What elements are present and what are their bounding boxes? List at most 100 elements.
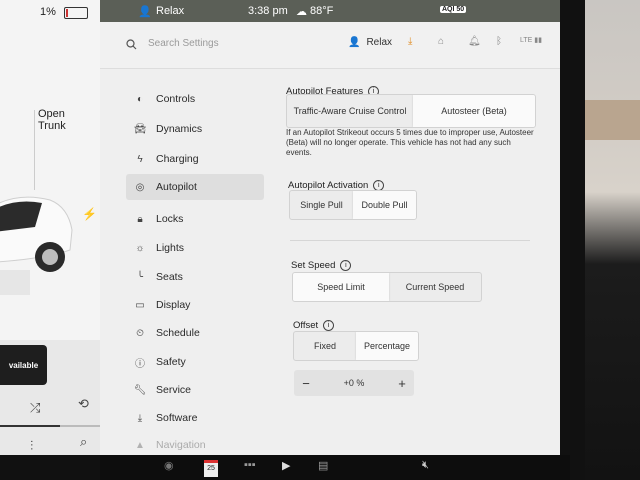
autosteer-option[interactable]: Autosteer (Beta) (413, 95, 535, 127)
sidebar-item-label: Controls (156, 93, 196, 105)
settings-header: 👤 Relax ⤓ ⌂ 🔔︎ ᛒ LTE ▮▮ (100, 22, 560, 69)
shuffle-icon[interactable]: ⤮ (30, 400, 40, 416)
double-pull-option[interactable]: Double Pull (353, 191, 416, 219)
repeat-icon[interactable]: ⟲ (78, 396, 89, 412)
playback-progress[interactable] (0, 425, 60, 427)
settings-panel: 👤 Relax ⤓ ⌂ 🔔︎ ᛒ LTE ▮▮ ◐ Controls 🚘︎ Dyna… (100, 22, 560, 455)
wrench-icon: 🔧︎ (133, 384, 147, 396)
offset-increase-button[interactable]: + (390, 376, 414, 391)
navigation-icon: ▲ (135, 439, 145, 451)
media-search-icon[interactable]: ⌕ (80, 434, 87, 450)
wood-trim (585, 100, 640, 140)
sidebar-item-schedule[interactable]: ⏲ Schedule (126, 320, 264, 346)
sidebar-item-label: Display (156, 299, 191, 311)
taskbar: ◉ 25 ▪▪▪ ▶ ▤ 🔇︎ (100, 455, 570, 480)
equalizer-icon[interactable]: ⫶ (30, 438, 33, 454)
profile-name: Relax (366, 37, 393, 48)
lte-signal-icon: LTE ▮▮ (520, 37, 542, 44)
driver-name[interactable]: Relax (156, 5, 184, 17)
offset-heading: Offset i (293, 320, 335, 331)
bolt-icon: ϟ (137, 153, 143, 165)
home-icon[interactable]: ⌂ (438, 36, 444, 47)
sidebar-item-label: Navigation (156, 439, 206, 451)
offset-stepper: − +0 % + (294, 370, 414, 396)
dashcam-icon[interactable]: ▪▪▪ (244, 459, 256, 471)
sun-icon: ☼ (135, 242, 145, 254)
sidebar-item-label: Charging (156, 153, 199, 165)
speed-limit-option[interactable]: Speed Limit (293, 273, 389, 301)
search-input[interactable] (146, 37, 300, 50)
search-icon (126, 39, 137, 50)
interior-background (585, 0, 640, 480)
sidebar-item-label: Software (156, 412, 198, 424)
car-image (0, 196, 73, 295)
current-speed-option[interactable]: Current Speed (389, 273, 481, 301)
sidebar-item-label: Safety (156, 356, 186, 368)
steering-wheel-icon: ◎ (135, 181, 145, 193)
weather-icon: ☁ (296, 6, 307, 18)
sidebar-item-label: Seats (156, 271, 183, 283)
sidebar-item-software[interactable]: ⤓ Software (126, 405, 264, 431)
traffic-aware-cruise-option[interactable]: Traffic-Aware Cruise Control (287, 95, 413, 127)
sidebar-item-autopilot[interactable]: ◎ Autopilot (126, 174, 264, 200)
app-launcher-icon[interactable]: ◉ (164, 459, 174, 472)
sidebar-item-dynamics[interactable]: 🚘︎ Dynamics (126, 116, 264, 142)
sidebar-item-label: Service (156, 384, 192, 396)
info-icon[interactable]: i (340, 260, 352, 271)
availability-banner: vailable (0, 345, 47, 385)
set-speed-selector: Speed Limit Current Speed (292, 272, 482, 302)
info-icon[interactable]: i (323, 320, 335, 331)
offset-selector: Fixed Percentage (293, 331, 419, 361)
bluetooth-icon[interactable]: ᛒ (496, 36, 502, 47)
calendar-icon[interactable]: 25 (204, 460, 218, 477)
person-icon: 👤 (348, 37, 361, 48)
trunk-divider (34, 110, 35, 190)
car-panel: 1% Open Trunk ⚡ vailable ⤮ ⟲ ⫶ ⌕ (0, 0, 100, 455)
toybox-icon[interactable]: ▤ (318, 459, 328, 472)
sidebar-item-label: Lights (156, 242, 185, 254)
sidebar-item-navigation[interactable]: ▲ Navigation (126, 432, 264, 455)
offset-decrease-button[interactable]: − (294, 376, 318, 391)
section-divider (290, 240, 530, 241)
percentage-option[interactable]: Percentage (356, 332, 418, 360)
open-trunk-button[interactable]: Open Trunk (38, 108, 66, 132)
clock: 3:38 pm (248, 5, 288, 17)
sidebar-item-controls[interactable]: ◐ Controls (126, 86, 264, 112)
aqi-badge: AQI 50 (440, 6, 467, 13)
toggle-icon: ◐ (136, 93, 144, 105)
display-icon: ▭ (135, 299, 145, 311)
temperature: 88°F (310, 5, 334, 17)
sidebar-item-label: Dynamics (156, 123, 203, 135)
set-speed-heading: Set Speed i (291, 260, 352, 271)
sidebar-item-label: Autopilot (156, 181, 197, 193)
sidebar-item-safety[interactable]: ⓘ Safety (126, 349, 264, 375)
touchscreen: 1% Open Trunk ⚡ vailable ⤮ ⟲ ⫶ ⌕ 👤 Relax… (0, 0, 560, 455)
battery-icon (64, 7, 88, 19)
fixed-option[interactable]: Fixed (294, 332, 356, 360)
download-icon[interactable]: ⤓ (408, 36, 412, 47)
single-pull-option[interactable]: Single Pull (290, 191, 353, 219)
download-icon: ⤓ (137, 412, 143, 424)
bell-icon[interactable]: 🔔︎ (468, 36, 481, 47)
strikeout-note: If an Autopilot Strikeout occurs 5 times… (286, 128, 534, 157)
offset-value: +0 % (343, 378, 365, 388)
autopilot-features-selector: Traffic-Aware Cruise Control Autosteer (… (286, 94, 536, 128)
car-icon: 🚘︎ (133, 123, 147, 135)
sidebar-item-lights[interactable]: ☼ Lights (126, 235, 264, 261)
activation-selector: Single Pull Double Pull (289, 190, 417, 220)
playback-progress-track (60, 425, 100, 427)
sidebar-item-seats[interactable]: ╰ Seats (126, 264, 264, 290)
seat-icon: ╰ (136, 271, 144, 283)
media-player-icon[interactable]: ▶ (282, 459, 290, 472)
status-bar: 👤 Relax 3:38 pm ☁ 88°F AQI 50 (100, 0, 560, 22)
alert-icon: ⓘ (135, 358, 145, 370)
sidebar-item-label: Schedule (156, 327, 200, 339)
driver-profile-icon: 👤 (138, 6, 152, 18)
sidebar-item-locks[interactable]: 🔒︎ Locks (126, 206, 264, 232)
profile-button[interactable]: 👤 Relax (348, 37, 392, 48)
lock-icon: 🔒︎ (137, 213, 143, 225)
sidebar-item-service[interactable]: 🔧︎ Service (126, 377, 264, 403)
volume-mute-icon[interactable]: 🔇︎ (422, 459, 429, 472)
sidebar-item-charging[interactable]: ϟ Charging (126, 146, 264, 172)
sidebar-item-display[interactable]: ▭ Display (126, 292, 264, 318)
